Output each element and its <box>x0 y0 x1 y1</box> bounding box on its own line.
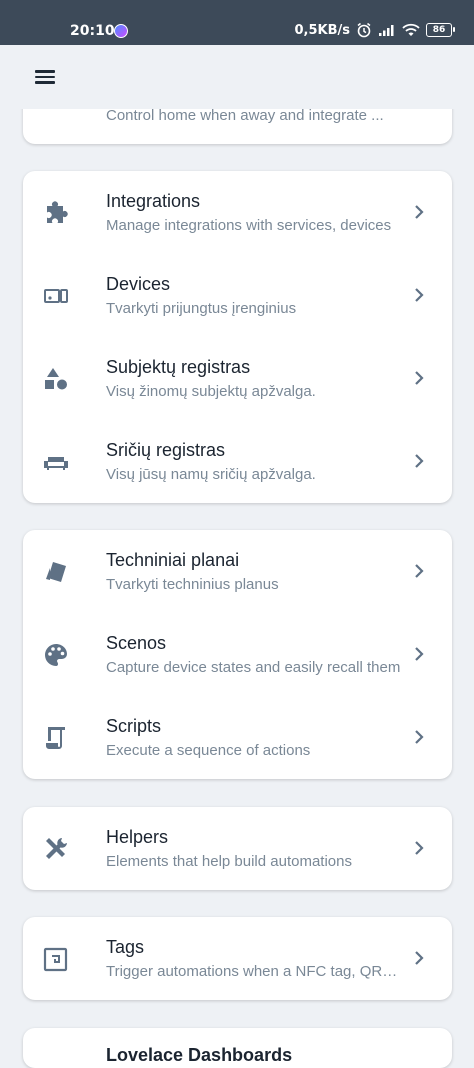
menu-item-desc: Execute a sequence of actions <box>106 742 311 759</box>
menu-item-areas[interactable]: Sričių registras Visų jūsų namų sričių a… <box>23 420 452 503</box>
menu-item-title: Sričių registras <box>106 440 226 460</box>
chevron-right-icon <box>415 371 424 385</box>
battery-indicator: 86 <box>426 23 455 37</box>
chevron-right-icon <box>415 288 424 302</box>
script-icon <box>46 727 65 749</box>
status-indicators: 0,5KB/s 86 <box>294 22 455 38</box>
menu-item-scripts[interactable]: Scripts Execute a sequence of actions <box>23 696 452 779</box>
chevron-right-icon <box>415 841 424 855</box>
menu-item-desc: Capture device states and easily recall … <box>106 659 401 676</box>
menu-item-desc: Visų žinomų subjektų apžvalga. <box>106 383 316 400</box>
chevron-right-icon <box>415 564 424 578</box>
shapes-icon <box>45 368 67 390</box>
settings-card-automation: Techniniai planai Tvarkyti techninius pl… <box>23 530 452 779</box>
menu-item-dashboards[interactable]: Lovelace Dashboards <box>23 1028 452 1068</box>
devices-icon <box>44 289 68 303</box>
status-time: 20:10 <box>70 23 115 39</box>
palette-icon <box>45 644 67 666</box>
puzzle-icon <box>47 201 68 223</box>
menu-item-devices[interactable]: Devices Tvarkyti prijungtus įrenginius <box>23 254 452 337</box>
menu-item-scenes[interactable]: Scenos Capture device states and easily … <box>23 613 452 696</box>
settings-card-dashboards: Lovelace Dashboards <box>23 1028 452 1068</box>
menu-item-title: Scenos <box>106 633 167 653</box>
menu-item-title: Tags <box>106 937 145 957</box>
menu-icon <box>35 70 55 73</box>
menu-item-title: Devices <box>106 274 171 294</box>
menu-item-desc: Visų jūsų namų sričių apžvalga. <box>106 466 316 483</box>
settings-card-tags: Tags Trigger automations when a NFC tag,… <box>23 917 452 1000</box>
messenger-icon <box>114 24 128 38</box>
nfc-tag-icon <box>43 947 68 972</box>
menu-item-desc: Control home when away and integrate ... <box>106 107 384 124</box>
menu-item-desc: Trigger automations when a NFC tag, QR c… <box>106 963 401 980</box>
settings-card-helpers: Helpers Elements that help build automat… <box>23 807 452 890</box>
menu-item-helpers[interactable]: Helpers Elements that help build automat… <box>23 807 452 890</box>
status-bar: 20:10 0,5KB/s 86 <box>0 0 474 45</box>
app-bar <box>0 45 474 109</box>
settings-card-devices: Integrations Manage integrations with se… <box>23 171 452 503</box>
menu-item-title: Integrations <box>106 191 201 211</box>
menu-item-blueprints[interactable]: Techniniai planai Tvarkyti techninius pl… <box>23 530 452 613</box>
menu-item-desc: Tvarkyti techninius planus <box>106 576 279 593</box>
menu-item-desc: Manage integrations with services, devic… <box>106 217 392 234</box>
menu-item-desc: Tvarkyti prijungtus įrenginius <box>106 300 297 317</box>
menu-item-integrations[interactable]: Integrations Manage integrations with se… <box>23 171 452 254</box>
menu-item-title: Scripts <box>106 716 162 736</box>
menu-item-tags[interactable]: Tags Trigger automations when a NFC tag,… <box>23 917 452 1000</box>
chevron-right-icon <box>415 951 424 965</box>
network-speed: 0,5KB/s <box>294 22 351 38</box>
menu-button[interactable] <box>28 67 62 91</box>
menu-item-title: Subjektų registras <box>106 357 251 377</box>
chevron-right-icon <box>415 205 424 219</box>
signal-icon <box>379 25 394 36</box>
blueprint-icon <box>46 562 66 582</box>
tools-icon <box>46 838 67 859</box>
chevron-right-icon <box>415 730 424 744</box>
alarm-icon <box>357 22 371 38</box>
chevron-right-icon <box>415 454 424 468</box>
menu-item-title: Lovelace Dashboards <box>106 1045 293 1065</box>
menu-item-entities[interactable]: Subjektų registras Visų žinomų subjektų … <box>23 337 452 420</box>
chevron-right-icon <box>415 647 424 661</box>
menu-item-desc: Elements that help build automations <box>106 853 352 870</box>
wifi-icon <box>402 23 420 36</box>
menu-item-title: Techniniai planai <box>106 550 240 570</box>
sofa-icon <box>44 457 68 470</box>
menu-item-title: Helpers <box>106 827 169 847</box>
